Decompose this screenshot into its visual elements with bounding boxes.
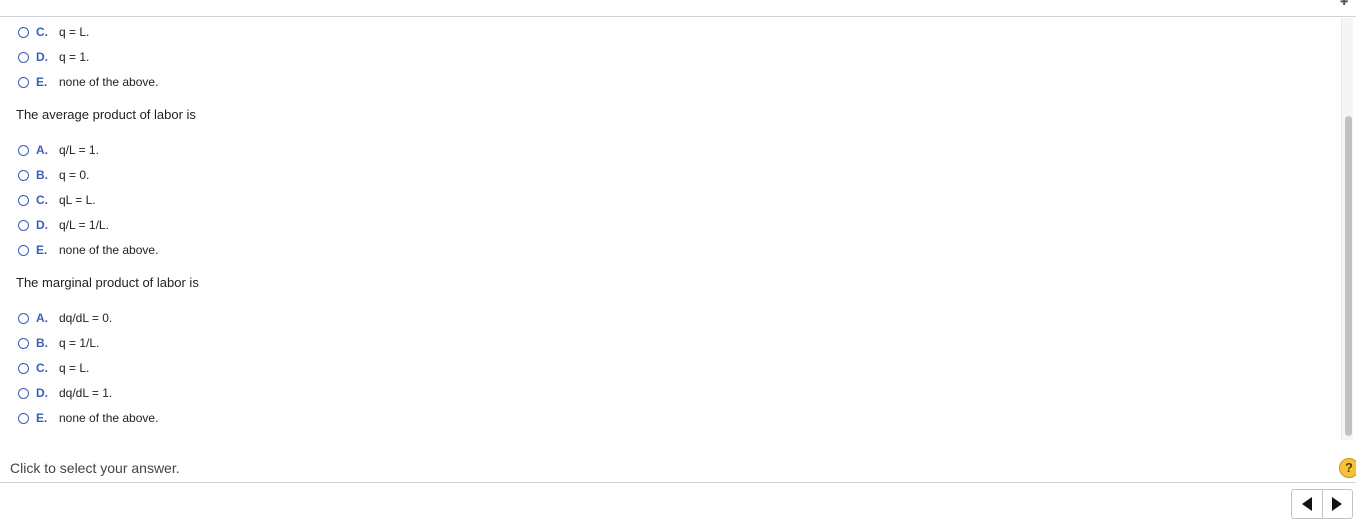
option-letter: B. xyxy=(36,168,48,182)
question-navigation xyxy=(1291,489,1353,519)
radio-button-icon[interactable] xyxy=(18,337,29,349)
option-text: q = 1/L. xyxy=(59,336,100,350)
previous-button[interactable] xyxy=(1292,490,1322,518)
option-letter: A. xyxy=(36,311,48,325)
apl-option-d[interactable]: D. q/L = 1/L. xyxy=(18,217,109,233)
option-letter: D. xyxy=(36,386,48,400)
option-text: none of the above. xyxy=(59,243,159,257)
question-page: ✚ C. q = L. D. q = 1. E. none of the abo… xyxy=(0,0,1356,525)
radio-button-icon[interactable] xyxy=(18,76,29,88)
radio-button-icon[interactable] xyxy=(18,26,29,38)
option-letter: C. xyxy=(36,25,48,39)
option-letter: D. xyxy=(36,218,48,232)
triangle-right-icon xyxy=(1332,497,1343,511)
radio-button-icon[interactable] xyxy=(18,362,29,374)
option-text: q = 0. xyxy=(59,168,90,182)
mpl-option-a[interactable]: A. dq/dL = 0. xyxy=(18,310,112,326)
vertical-scrollbar[interactable] xyxy=(1341,18,1353,440)
option-text: q/L = 1/L. xyxy=(59,218,109,232)
mpl-question-prompt: The marginal product of labor is xyxy=(16,275,199,290)
prev-option-e[interactable]: E. none of the above. xyxy=(18,74,158,90)
option-text: q/L = 1. xyxy=(59,143,99,157)
apl-option-c[interactable]: C. qL = L. xyxy=(18,192,96,208)
option-letter: C. xyxy=(36,193,48,207)
option-letter: C. xyxy=(36,361,48,375)
top-divider xyxy=(0,16,1356,17)
prev-option-d[interactable]: D. q = 1. xyxy=(18,49,89,65)
radio-button-icon[interactable] xyxy=(18,387,29,399)
apl-option-a[interactable]: A. q/L = 1. xyxy=(18,142,99,158)
option-text: dq/dL = 1. xyxy=(59,386,113,400)
radio-button-icon[interactable] xyxy=(18,312,29,324)
option-text: q = L. xyxy=(59,361,90,375)
mpl-option-b[interactable]: B. q = 1/L. xyxy=(18,335,99,351)
mpl-option-d[interactable]: D. dq/dL = 1. xyxy=(18,385,112,401)
radio-button-icon[interactable] xyxy=(18,169,29,181)
triangle-left-icon xyxy=(1301,497,1312,511)
radio-button-icon[interactable] xyxy=(18,144,29,156)
radio-button-icon[interactable] xyxy=(18,412,29,424)
mpl-option-e[interactable]: E. none of the above. xyxy=(18,410,158,426)
radio-button-icon[interactable] xyxy=(18,219,29,231)
option-text: q = 1. xyxy=(59,50,90,64)
radio-button-icon[interactable] xyxy=(18,194,29,206)
option-letter: A. xyxy=(36,143,48,157)
footer-instruction: Click to select your answer. xyxy=(10,460,180,476)
option-text: q = L. xyxy=(59,25,90,39)
option-letter: E. xyxy=(36,411,48,425)
option-text: none of the above. xyxy=(59,75,159,89)
option-letter: E. xyxy=(36,243,48,257)
mpl-option-c[interactable]: C. q = L. xyxy=(18,360,89,376)
apl-option-e[interactable]: E. none of the above. xyxy=(18,242,158,258)
option-text: dq/dL = 0. xyxy=(59,311,113,325)
question-mark-icon[interactable]: ? xyxy=(1339,458,1356,478)
question-scroll-area: C. q = L. D. q = 1. E. none of the above… xyxy=(16,18,1336,442)
option-letter: E. xyxy=(36,75,48,89)
scrollbar-thumb[interactable] xyxy=(1345,116,1352,436)
next-button[interactable] xyxy=(1321,490,1353,518)
bottom-divider xyxy=(0,482,1356,483)
radio-button-icon[interactable] xyxy=(18,244,29,256)
option-text: none of the above. xyxy=(59,411,159,425)
option-letter: D. xyxy=(36,50,48,64)
toolbar-edge-icon: ✚ xyxy=(1340,0,1352,5)
option-letter: B. xyxy=(36,336,48,350)
radio-button-icon[interactable] xyxy=(18,51,29,63)
apl-option-b[interactable]: B. q = 0. xyxy=(18,167,89,183)
apl-question-prompt: The average product of labor is xyxy=(16,107,196,122)
option-text: qL = L. xyxy=(59,193,96,207)
prev-option-c[interactable]: C. q = L. xyxy=(18,24,89,40)
